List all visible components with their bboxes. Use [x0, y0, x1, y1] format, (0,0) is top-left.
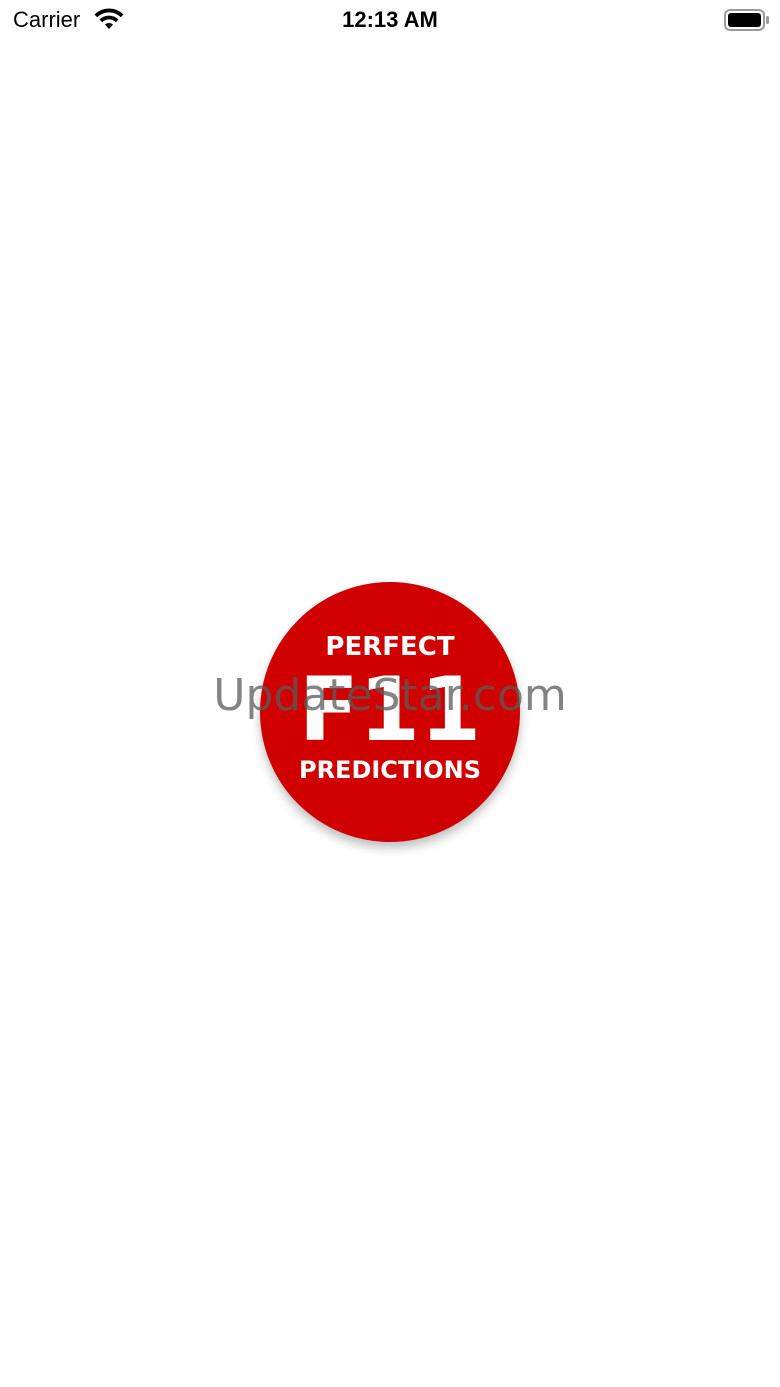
battery-icon: [724, 9, 769, 31]
watermark: UpdateStar.com: [213, 670, 567, 721]
status-bar: Carrier 12:13 AM: [0, 0, 780, 40]
logo-text-predictions: PREDICTIONS: [298, 756, 481, 784]
status-time: 12:13 AM: [342, 7, 438, 32]
